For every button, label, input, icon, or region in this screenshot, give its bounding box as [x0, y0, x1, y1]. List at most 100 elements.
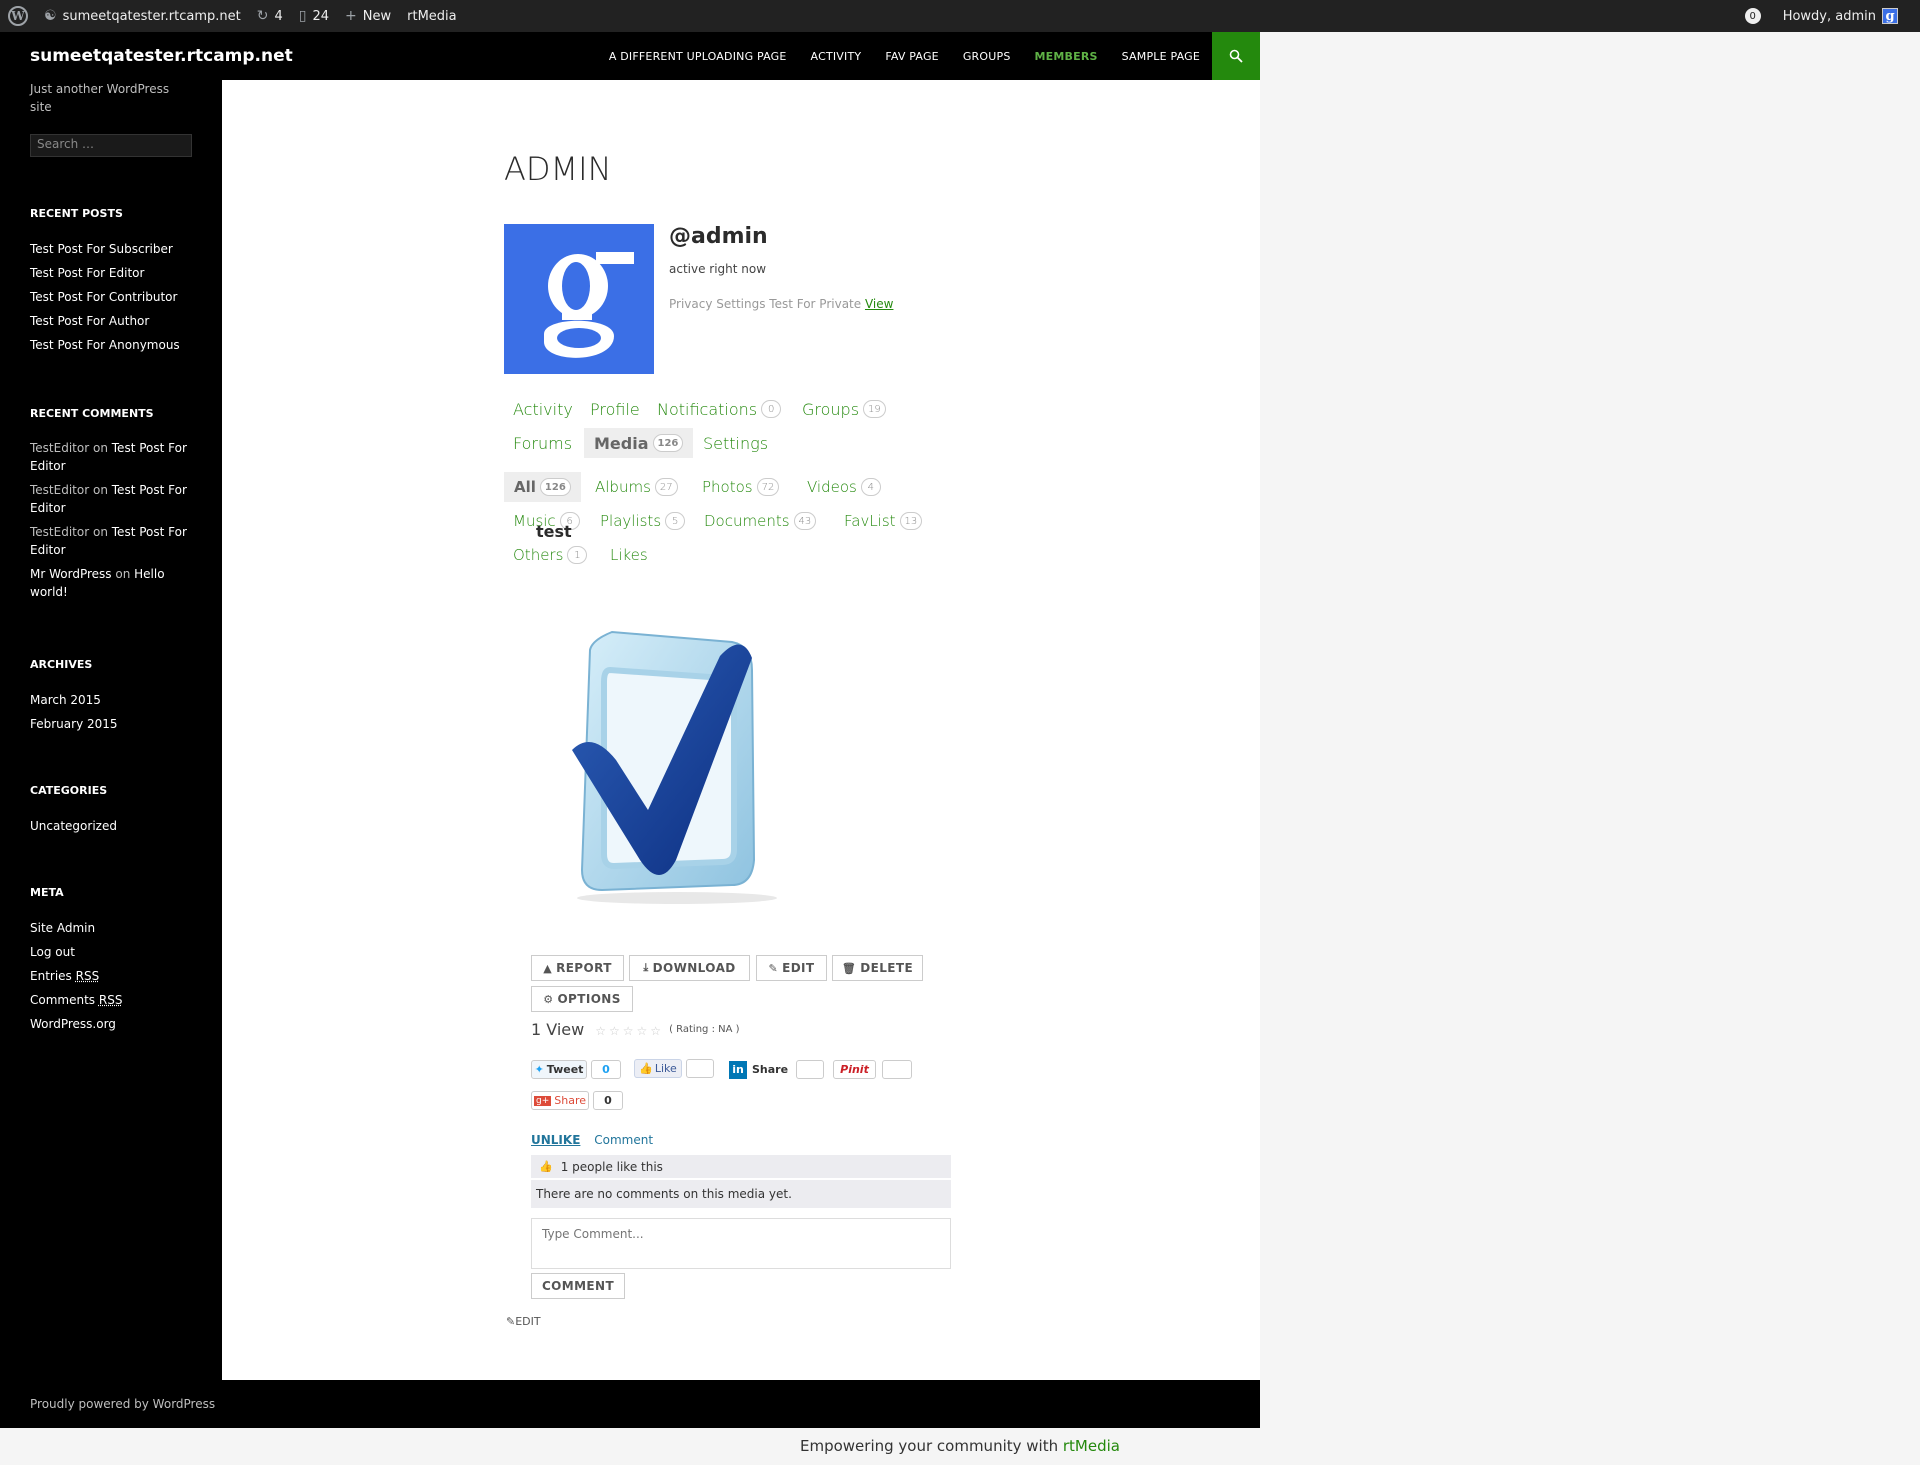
likes-summary: 👍 1 people like this: [531, 1155, 951, 1178]
linkedin-share-widget: in Share: [729, 1060, 825, 1079]
updates-menu[interactable]: ↻ 4: [249, 0, 291, 32]
pinterest-button[interactable]: Pinit: [833, 1060, 876, 1079]
delete-button[interactable]: 🗑 DELETE: [832, 955, 923, 981]
tab-activity[interactable]: Activity: [513, 394, 573, 424]
recent-comment-item: TestEditor on Test Post For Editor: [30, 439, 200, 475]
media-tab-photos[interactable]: Photos 72: [702, 472, 780, 502]
categories-heading: CATEGORIES: [30, 784, 108, 797]
recent-post-link[interactable]: Test Post For Author: [30, 309, 200, 333]
tab-label: Documents: [704, 512, 790, 530]
edit-button[interactable]: ✎ EDIT: [756, 955, 827, 981]
tab-groups[interactable]: Groups 19: [802, 394, 886, 424]
report-button[interactable]: ▲ REPORT: [531, 955, 624, 981]
my-account-menu[interactable]: Howdy, admin g: [1775, 0, 1920, 32]
site-name-label: sumeetqatester.rtcamp.net: [62, 8, 241, 24]
search-toggle-button[interactable]: [1212, 32, 1260, 80]
edit-icon: ✎: [768, 961, 779, 975]
facebook-like-button[interactable]: 👍 Like: [634, 1059, 682, 1078]
star-icon[interactable]: ☆: [650, 1024, 661, 1038]
wordpress-org-link[interactable]: WordPress.org: [30, 1012, 200, 1036]
unlike-button[interactable]: UNLIKE: [531, 1133, 580, 1147]
facebook-like-widget: 👍 Like: [634, 1059, 714, 1078]
recent-post-link[interactable]: Test Post For Contributor: [30, 285, 200, 309]
sidebar-search-input[interactable]: Search …: [30, 134, 192, 157]
nav-item-groups[interactable]: GROUPS: [963, 50, 1011, 63]
comment-author: TestEditor: [30, 483, 90, 497]
count-badge: 13: [899, 512, 923, 530]
recent-post-link[interactable]: Test Post For Anonymous: [30, 333, 200, 357]
button-label: DOWNLOAD: [652, 961, 736, 975]
comments-menu[interactable]: ▯ 24: [291, 0, 337, 32]
media-tab-albums[interactable]: Albums 27: [595, 472, 678, 502]
tab-forums[interactable]: Forums: [513, 428, 572, 458]
privacy-view-link[interactable]: View: [865, 297, 893, 311]
powered-by-link[interactable]: Proudly powered by WordPress: [30, 1397, 215, 1411]
archive-link[interactable]: February 2015: [30, 712, 200, 736]
media-tab-playlists[interactable]: Playlists 5: [600, 506, 686, 536]
edit-page-link[interactable]: ✎EDIT: [506, 1315, 541, 1328]
comment-author: TestEditor: [30, 525, 90, 539]
tab-label: Videos: [807, 478, 857, 496]
pinterest-count-box: [882, 1060, 912, 1079]
tweet-button[interactable]: ✦ Tweet: [531, 1060, 587, 1079]
tweet-count: 0: [591, 1060, 621, 1079]
star-icon[interactable]: ☆: [623, 1024, 634, 1038]
categories-list: Uncategorized: [30, 814, 200, 838]
comment-input[interactable]: [531, 1218, 951, 1269]
recent-post-link[interactable]: Test Post For Editor: [30, 261, 200, 285]
comment-author[interactable]: Mr WordPress: [30, 567, 112, 581]
log-out-link[interactable]: Log out: [30, 940, 200, 964]
entries-label: Entries: [30, 969, 72, 983]
download-button[interactable]: ⤓ DOWNLOAD: [629, 955, 750, 981]
google-g-avatar-icon: [504, 224, 654, 374]
tab-label: Profile: [590, 399, 640, 419]
googleplus-share-button[interactable]: g+ Share: [531, 1091, 589, 1110]
linkedin-share-button[interactable]: in Share: [729, 1060, 788, 1079]
tab-label: Playlists: [600, 512, 662, 530]
wp-logo-menu[interactable]: W: [0, 0, 36, 32]
nav-item-uploading-page[interactable]: A DIFFERENT UPLOADING PAGE: [609, 50, 787, 63]
rtmedia-link[interactable]: rtMedia: [1063, 1437, 1120, 1455]
user-avatar[interactable]: [504, 224, 654, 374]
options-button[interactable]: ⚙ OPTIONS: [531, 986, 633, 1012]
tab-notifications[interactable]: Notifications 0: [657, 394, 782, 424]
tab-label: Settings: [703, 433, 769, 453]
star-icon[interactable]: ☆: [637, 1024, 648, 1038]
tab-label: Forums: [513, 433, 573, 453]
warning-icon: ▲: [543, 961, 553, 975]
category-link[interactable]: Uncategorized: [30, 814, 200, 838]
comment-link[interactable]: Comment: [594, 1133, 653, 1147]
media-tab-videos[interactable]: Videos 4: [807, 472, 881, 502]
site-admin-link[interactable]: Site Admin: [30, 916, 200, 940]
nav-item-members[interactable]: MEMBERS: [1035, 50, 1098, 63]
site-title[interactable]: sumeetqatester.rtcamp.net: [30, 46, 293, 66]
comments-rss-link[interactable]: Comments RSS: [30, 988, 200, 1012]
rtmedia-menu[interactable]: rtMedia: [399, 0, 465, 32]
notifications-menu[interactable]: 0: [1737, 0, 1775, 32]
site-name-menu[interactable]: ☯ sumeetqatester.rtcamp.net: [36, 0, 249, 32]
media-tab-favlist[interactable]: FavList 13: [844, 506, 923, 536]
new-content-menu[interactable]: + New: [337, 0, 399, 32]
count-badge: 5: [665, 512, 686, 530]
nav-item-fav-page[interactable]: FAV PAGE: [885, 50, 939, 63]
archives-heading: ARCHIVES: [30, 658, 93, 671]
archive-link[interactable]: March 2015: [30, 688, 200, 712]
media-image[interactable]: [552, 560, 812, 940]
howdy-label: Howdy, admin: [1782, 8, 1876, 24]
comment-submit-button[interactable]: COMMENT: [531, 1273, 625, 1299]
checkmark-box-image: [572, 630, 777, 904]
nav-item-sample-page[interactable]: SAMPLE PAGE: [1122, 50, 1200, 63]
star-icon[interactable]: ☆: [609, 1024, 620, 1038]
media-tab-all[interactable]: All 126: [504, 472, 581, 502]
media-tab-documents[interactable]: Documents 43: [704, 506, 817, 536]
recent-post-link[interactable]: Test Post For Subscriber: [30, 237, 200, 261]
entries-rss-link[interactable]: Entries RSS: [30, 964, 200, 988]
plus-icon: +: [345, 8, 357, 24]
tab-settings[interactable]: Settings: [703, 428, 768, 458]
site-footer: Proudly powered by WordPress: [0, 1380, 1260, 1428]
nav-item-activity[interactable]: ACTIVITY: [811, 50, 862, 63]
tab-media[interactable]: Media 126: [584, 428, 694, 458]
googleplus-icon: g+: [533, 1095, 552, 1106]
star-icon[interactable]: ☆: [595, 1024, 606, 1038]
tab-profile[interactable]: Profile: [590, 394, 640, 424]
